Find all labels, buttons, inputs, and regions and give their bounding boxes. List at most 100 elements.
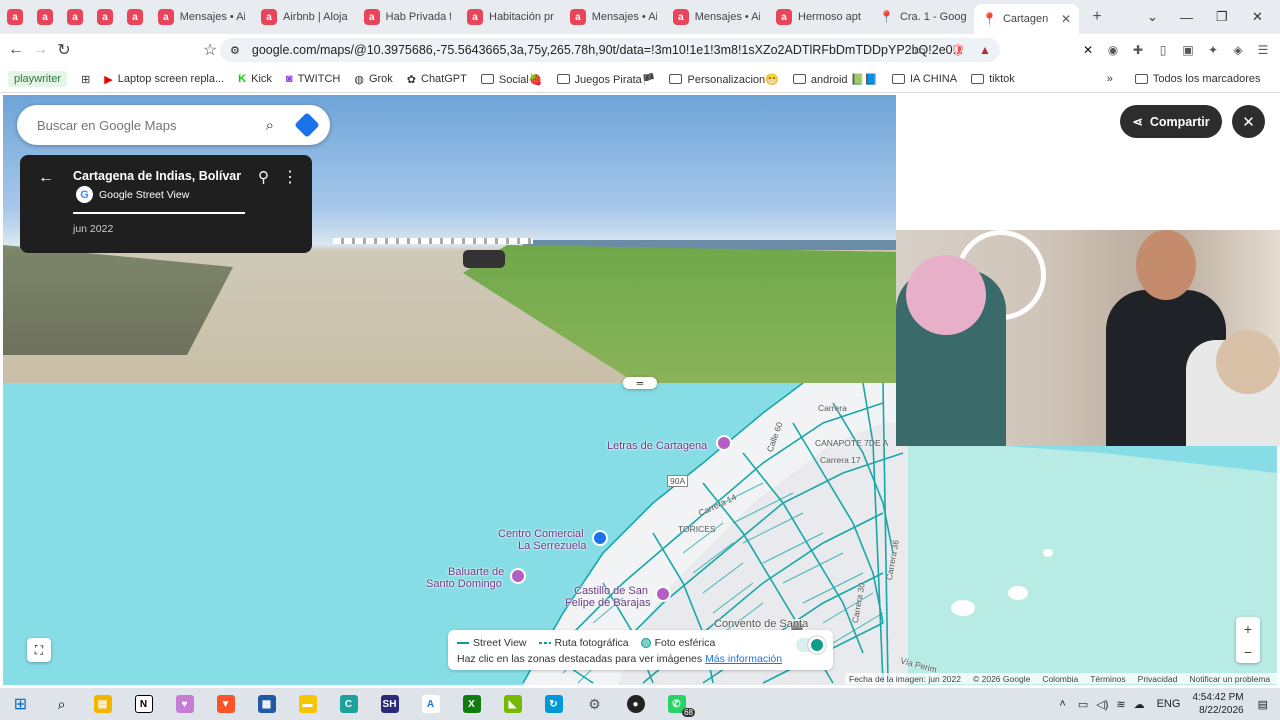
more-options-icon[interactable]: ⋮ [282, 167, 298, 187]
bookmark-twitch[interactable]: ◙ TWITCH [286, 73, 340, 85]
pinned-tab-airbnb[interactable]: a [120, 0, 150, 34]
search-icon[interactable]: ⌕ [41, 688, 82, 720]
pinned-tab-airbnb[interactable]: a [60, 0, 90, 34]
bookmark-chatgpt[interactable]: ✿ ChatGPT [407, 73, 467, 86]
forward-icon[interactable]: → [28, 41, 52, 59]
bookmark-folder-tiktok[interactable]: tiktok [971, 73, 1015, 85]
back-icon[interactable]: ← [4, 41, 28, 59]
privacy-link[interactable]: Privacidad [1138, 674, 1178, 684]
close-tab-icon[interactable]: ✕ [1061, 12, 1071, 26]
sh-app-icon[interactable]: SH [369, 688, 410, 720]
zoom-out-button[interactable]: − [1236, 640, 1260, 663]
brave-shield-icon[interactable]: 🛡 [948, 40, 968, 60]
directions-icon[interactable] [294, 112, 320, 138]
whatsapp-icon[interactable]: ✆ 68 [656, 688, 697, 720]
vpn-icon[interactable]: ◈ [1228, 40, 1248, 60]
browser-tab[interactable]: a Mensajes • Ai [665, 0, 768, 34]
close-street-view-button[interactable]: ✕ [1232, 105, 1265, 138]
browser-tab[interactable]: a Hermoso apt [768, 0, 871, 34]
fullscreen-icon[interactable]: ⛶ [27, 638, 51, 662]
settings-icon[interactable]: ⚙ [574, 688, 615, 720]
bookmark-star-icon[interactable]: ☆ [198, 40, 222, 60]
maps-search-box[interactable]: ⌕ [17, 105, 330, 145]
back-arrow-icon[interactable]: ← [38, 169, 54, 187]
app-icon[interactable]: ♥ [164, 688, 205, 720]
baluarte-pin-icon[interactable] [510, 568, 526, 584]
tray-overflow-icon[interactable]: ˄ [1059, 698, 1065, 710]
store-icon[interactable]: ▦ [246, 688, 287, 720]
terms-link[interactable]: Términos [1090, 674, 1125, 684]
site-info-icon[interactable]: ⚙ [230, 44, 240, 57]
tab-search-icon[interactable]: ⌄ [1147, 0, 1158, 34]
address-bar[interactable]: ⚙ google.com/maps/@10.3975686,-75.564366… [220, 38, 1000, 62]
file-explorer-icon[interactable]: ▤ [82, 688, 123, 720]
reload-icon[interactable]: ↻ [52, 40, 76, 60]
brave-browser-icon[interactable]: ▼ [205, 688, 246, 720]
panel-resize-handle[interactable]: ═ [623, 377, 657, 389]
nvidia-icon[interactable]: ◣ [492, 688, 533, 720]
cloud-icon[interactable]: ☁ [1134, 698, 1145, 711]
shopping-mall-pin-icon[interactable] [592, 530, 608, 546]
location-pin-icon[interactable]: ⚲ [258, 168, 269, 186]
wifi-icon[interactable]: ≋ [1116, 698, 1125, 711]
more-info-link[interactable]: Más información [705, 653, 782, 665]
app-a-icon[interactable]: A [410, 688, 451, 720]
letras-de-cartagena-pin-icon[interactable] [716, 435, 732, 451]
place-label[interactable]: Convento de Santa [714, 618, 808, 630]
browser-tab-active[interactable]: 📍 Cartagen ✕ [974, 4, 1079, 34]
sidebar-icon[interactable]: ▯ [1153, 40, 1173, 60]
search-input[interactable] [37, 117, 237, 133]
browser-tab[interactable]: 📍 Cra. 1 - Goog [871, 0, 974, 34]
share-button[interactable]: ⋖ Compartir [1120, 105, 1222, 138]
bookmark-kick[interactable]: K Kick [238, 73, 272, 85]
all-bookmarks-folder[interactable]: Todos los marcadores [1134, 73, 1261, 85]
bookmark-folder-personalizacion[interactable]: Personalizacion😁 [669, 73, 779, 86]
extension-x-icon[interactable]: ✕ [1078, 40, 1098, 60]
extensions-icon[interactable]: ✚ [1128, 40, 1148, 60]
bookmark-folder-juegos[interactable]: Juegos Pirata🏴 [556, 73, 655, 86]
browser-tab[interactable]: a Mensajes • Ai [150, 0, 253, 34]
bookmark-playwriter[interactable]: playwriter [8, 71, 68, 87]
new-tab-button[interactable]: + [1085, 8, 1109, 26]
place-label[interactable]: La Serrezuela [518, 540, 587, 552]
notifications-icon[interactable]: ▤ [1258, 698, 1268, 711]
volume-icon[interactable]: ◁) [1096, 698, 1108, 711]
report-problem-link[interactable]: Notificar un problema [1189, 674, 1270, 684]
minimize-icon[interactable]: — [1180, 0, 1193, 34]
sync-app-icon[interactable]: ↻ [533, 688, 574, 720]
browser-tab[interactable]: a Airbnb | Aloja [253, 0, 356, 34]
sticky-notes-icon[interactable]: ▬ [287, 688, 328, 720]
bookmark-laptop[interactable]: ▶ Laptop screen repla... [104, 73, 224, 86]
browser-tab[interactable]: a Hab Privada f [356, 0, 459, 34]
cast-icon[interactable]: ▭ [910, 40, 930, 60]
date-slider[interactable] [73, 212, 245, 214]
bookmark-grok[interactable]: ◍ Grok [354, 73, 392, 86]
language-indicator[interactable]: ENG [1157, 698, 1181, 710]
place-label[interactable]: Santo Domingo [426, 578, 502, 590]
more-bookmarks-button[interactable]: » [1107, 73, 1113, 85]
leo-ai-icon[interactable]: ✦ [1203, 40, 1223, 60]
browser-tab[interactable]: a Mensajes • Ai [562, 0, 665, 34]
place-label[interactable]: Letras de Cartagena [607, 440, 707, 452]
place-label[interactable]: Centro Comercial [498, 528, 584, 540]
rewards-icon[interactable]: ▲ [975, 40, 995, 60]
browser-tab[interactable]: a Habitación pr [459, 0, 562, 34]
windows-start-icon[interactable]: ⊞ [0, 688, 41, 720]
bookmark-folder-ia-china[interactable]: IA CHINA [892, 73, 957, 85]
pinned-tab-airbnb[interactable]: a [90, 0, 120, 34]
battery-icon[interactable]: ▭ [1078, 698, 1088, 711]
country-link[interactable]: Colombia [1042, 674, 1078, 684]
pinned-tab-airbnb[interactable]: a [0, 0, 30, 34]
place-label[interactable]: Baluarte de [448, 566, 504, 578]
bookmark-folder-android[interactable]: android 📗📘 [792, 73, 878, 86]
record-app-icon[interactable]: ● [615, 688, 656, 720]
wallet-icon[interactable]: ▣ [1178, 40, 1198, 60]
close-window-icon[interactable]: ✕ [1252, 0, 1263, 34]
camera-icon[interactable]: ◉ [1103, 40, 1123, 60]
notion-icon[interactable]: N [123, 688, 164, 720]
coverage-toggle[interactable] [796, 636, 826, 654]
maximize-icon[interactable]: ❐ [1216, 0, 1228, 34]
zoom-in-button[interactable]: + [1236, 617, 1260, 640]
place-label[interactable]: Felipe de Barajas [565, 597, 651, 609]
pinned-tab-airbnb[interactable]: a [30, 0, 60, 34]
